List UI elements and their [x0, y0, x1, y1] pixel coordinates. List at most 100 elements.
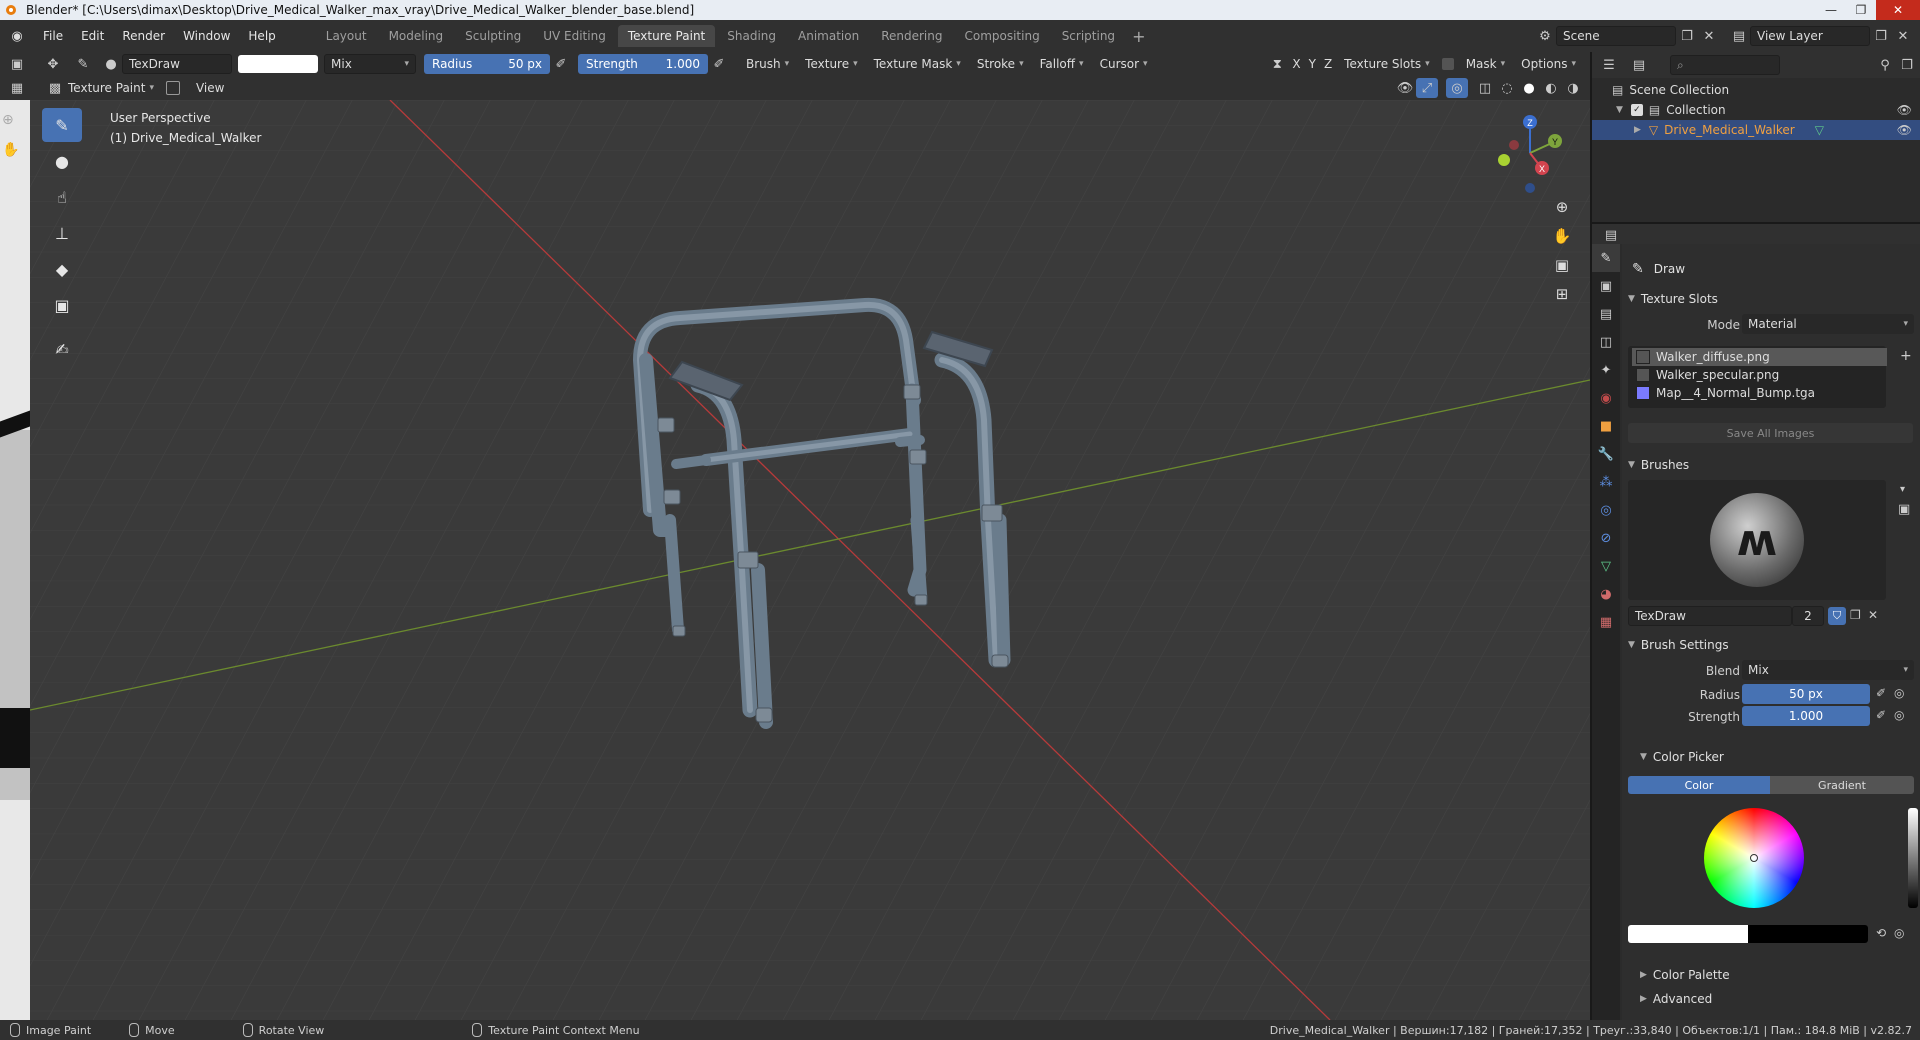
pan-hand-icon[interactable]: ✋: [2, 142, 19, 158]
minimize-button[interactable]: —: [1816, 0, 1846, 20]
blend-dropdown[interactable]: Mix ▾: [324, 54, 416, 74]
tab-output-icon[interactable]: ▤: [1592, 300, 1620, 328]
texture-slot-item[interactable]: Walker_diffuse.png: [1632, 348, 1887, 366]
close-button[interactable]: ✕: [1876, 0, 1920, 20]
falloff-menu[interactable]: Falloff ▾: [1032, 54, 1092, 74]
shading-wireframe-icon[interactable]: ◌: [1496, 78, 1518, 98]
3d-viewport[interactable]: Z Y X: [30, 100, 1590, 1020]
save-all-images-button[interactable]: Save All Images: [1628, 423, 1913, 443]
color-picker-subpanel-header[interactable]: ▼ Color Picker: [1634, 746, 1920, 768]
tab-material-icon[interactable]: ◕: [1592, 580, 1620, 608]
overlay-toggle-icon[interactable]: ◎: [1446, 78, 1468, 98]
texture-slot-item[interactable]: Map__4_Normal_Bump.tga: [1632, 384, 1887, 402]
shading-solid-icon[interactable]: ●: [1518, 78, 1540, 98]
strength-unit-icon[interactable]: ◎: [1894, 708, 1904, 722]
blender-menu-icon[interactable]: ◉: [6, 26, 28, 46]
outliner-search-input[interactable]: ⌕: [1670, 55, 1780, 75]
add-workspace-icon[interactable]: +: [1126, 27, 1151, 46]
tab-scene-icon[interactable]: ✦: [1592, 356, 1620, 384]
tool-annotate[interactable]: ✍: [42, 332, 82, 366]
outliner-scene-collection[interactable]: ▤ Scene Collection: [1592, 80, 1920, 100]
brush-color-swatch[interactable]: [238, 55, 318, 73]
tab-object-icon[interactable]: ■: [1592, 412, 1620, 440]
shading-material-icon[interactable]: ◐: [1540, 78, 1562, 98]
tab-shading[interactable]: Shading: [717, 25, 786, 47]
unlink-brush-icon[interactable]: ✕: [1868, 608, 1878, 622]
tool-smear[interactable]: ☝: [42, 180, 82, 214]
tool-draw[interactable]: ✎: [42, 108, 82, 142]
brush-fake-user-icon[interactable]: ●: [100, 54, 122, 74]
value-slider[interactable]: [1908, 808, 1918, 908]
new-scene-icon[interactable]: ❐: [1676, 26, 1698, 46]
mode-dropdown[interactable]: Texture Paint ▾: [66, 78, 162, 98]
eye-icon[interactable]: 👁: [1897, 123, 1912, 137]
brush-browse-icon[interactable]: ▣: [1898, 502, 1910, 517]
radius-setting-slider[interactable]: 50 px: [1742, 684, 1870, 704]
tab-modifier-icon[interactable]: 🔧: [1592, 440, 1620, 468]
outliner-collection[interactable]: ▼ ✓ ▤ Collection 👁: [1592, 100, 1920, 120]
tab-uv-editing[interactable]: UV Editing: [533, 25, 616, 47]
mask-menu[interactable]: Mask ▾: [1458, 54, 1513, 74]
tab-render-icon[interactable]: ▣: [1592, 272, 1620, 300]
radius-unit-icon[interactable]: ◎: [1894, 686, 1904, 700]
stroke-menu[interactable]: Stroke ▾: [969, 54, 1032, 74]
eye-icon[interactable]: 👁: [1897, 103, 1912, 117]
filter-icon[interactable]: ⚲: [1874, 55, 1896, 75]
strength-pressure-icon[interactable]: ✐: [708, 54, 730, 74]
tab-sculpting[interactable]: Sculpting: [455, 25, 531, 47]
options-menu[interactable]: Options ▾: [1513, 54, 1584, 74]
remove-view-layer-icon[interactable]: ✕: [1892, 26, 1914, 46]
eyedropper-icon[interactable]: ◎: [1894, 926, 1904, 940]
viewport-scene[interactable]: [30, 100, 1590, 1020]
color-wheel[interactable]: [1704, 808, 1804, 908]
tool-clone[interactable]: ⊥: [42, 216, 82, 250]
fake-user-shield-icon[interactable]: ⛉: [1828, 607, 1846, 625]
brush-list-expand-icon[interactable]: ▾: [1900, 484, 1905, 495]
new-collection-icon[interactable]: ❐: [1896, 55, 1918, 75]
texture-menu[interactable]: Texture ▾: [797, 54, 865, 74]
tab-compositing[interactable]: Compositing: [954, 25, 1049, 47]
menu-render[interactable]: Render: [113, 29, 174, 43]
collection-checkbox[interactable]: ✓: [1630, 104, 1643, 116]
cursor-menu[interactable]: Cursor ▾: [1092, 54, 1156, 74]
brush-users-count[interactable]: 2: [1792, 606, 1824, 626]
gradient-tab[interactable]: Gradient: [1770, 776, 1914, 794]
brush-menu[interactable]: Brush ▾: [738, 54, 797, 74]
new-view-layer-icon[interactable]: ❐: [1870, 26, 1892, 46]
radius-slider[interactable]: Radius 50 px: [424, 54, 550, 74]
paint-mask-toggle[interactable]: [165, 81, 180, 95]
zoom-icon[interactable]: ⊕: [1548, 193, 1576, 221]
editor-type-icon[interactable]: ▣: [6, 54, 28, 74]
expand-chevron-icon[interactable]: ▶: [1634, 125, 1641, 135]
tool-soften[interactable]: ●: [42, 144, 82, 178]
xray-icon[interactable]: ◫: [1474, 78, 1496, 98]
view-rotate-icon[interactable]: ⊕: [2, 112, 14, 128]
swap-colors-icon[interactable]: ⟲: [1876, 926, 1886, 940]
brush-preview[interactable]: ʍ: [1628, 480, 1886, 600]
camera-icon[interactable]: ▣: [1548, 251, 1576, 279]
pan-hand-icon[interactable]: ✋: [1548, 222, 1576, 250]
tab-constraints-icon[interactable]: ⊘: [1592, 524, 1620, 552]
mirror-y-toggle[interactable]: Y: [1305, 54, 1320, 74]
visibility-icon[interactable]: 👁: [1394, 78, 1416, 98]
mirror-x-toggle[interactable]: X: [1288, 54, 1304, 74]
view-menu[interactable]: View: [188, 78, 232, 98]
tool-mask[interactable]: ▣: [42, 288, 82, 322]
shading-rendered-icon[interactable]: ◑: [1562, 78, 1584, 98]
mirror-z-toggle[interactable]: Z: [1320, 54, 1336, 74]
remove-scene-icon[interactable]: ✕: [1698, 26, 1720, 46]
duplicate-brush-icon[interactable]: ❐: [1850, 608, 1861, 622]
restore-button[interactable]: ❐: [1846, 0, 1876, 20]
strength-setting-slider[interactable]: 1.000: [1742, 706, 1870, 726]
radius-pressure-icon[interactable]: ✐: [550, 54, 572, 74]
brushes-panel-header[interactable]: ▼ Brushes: [1622, 454, 1920, 476]
tab-layout[interactable]: Layout: [316, 25, 377, 47]
color-wheel-cursor[interactable]: [1750, 854, 1758, 862]
tab-tool-icon[interactable]: ✎: [1592, 244, 1620, 272]
scene-selector-icon[interactable]: ⚙: [1534, 26, 1556, 46]
tab-scripting[interactable]: Scripting: [1052, 25, 1125, 47]
view-layer-field[interactable]: View Layer: [1750, 26, 1870, 46]
tab-rendering[interactable]: Rendering: [871, 25, 952, 47]
tool-settings-icon[interactable]: ✥: [42, 54, 64, 74]
scene-field[interactable]: Scene: [1556, 26, 1676, 46]
